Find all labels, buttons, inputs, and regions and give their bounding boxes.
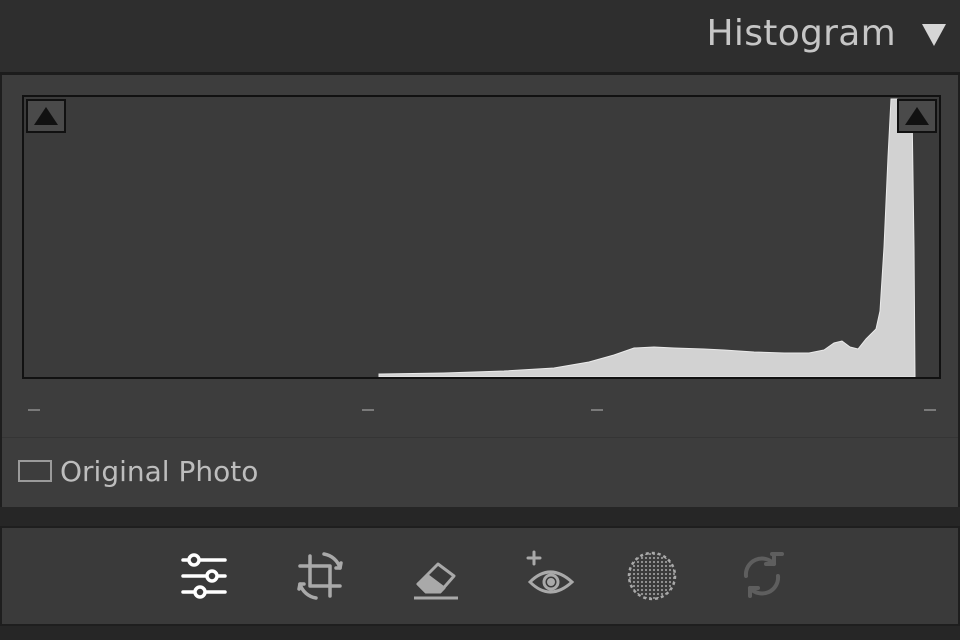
vignette-circle-icon — [627, 551, 677, 601]
edit-sliders-icon — [181, 553, 227, 599]
histogram-scale — [22, 403, 941, 419]
triangle-up-icon — [905, 107, 929, 125]
vignette-tool-button[interactable] — [624, 548, 680, 604]
crop-rotate-icon — [297, 552, 343, 600]
red-eye-tool-button[interactable] — [522, 548, 578, 604]
scale-tick — [924, 409, 936, 411]
scale-tick — [362, 409, 374, 411]
histogram-panel: Original Photo — [0, 75, 960, 507]
sync-icon — [743, 552, 784, 598]
red-eye-icon — [526, 550, 575, 594]
highlight-clipping-button[interactable] — [897, 99, 937, 133]
edit-tool-button[interactable] — [176, 548, 232, 604]
histogram-curve — [378, 98, 916, 377]
sync-tool-button[interactable] — [734, 548, 790, 604]
original-photo-toggle[interactable]: Original Photo — [18, 453, 258, 489]
original-photo-checkbox[interactable] — [18, 460, 52, 482]
triangle-down-icon[interactable] — [920, 18, 948, 48]
scale-tick — [591, 409, 603, 411]
shadow-clipping-button[interactable] — [26, 99, 66, 133]
edit-toolbar — [0, 526, 960, 626]
panel-separator — [0, 507, 960, 526]
triangle-up-icon — [34, 107, 58, 125]
panel-title: Histogram — [706, 13, 896, 54]
crop-tool-button[interactable] — [292, 548, 348, 604]
divider — [2, 437, 958, 438]
histogram-graph[interactable] — [22, 95, 941, 379]
histogram-header[interactable]: Histogram — [0, 0, 960, 72]
eraser-icon — [414, 562, 458, 600]
scale-tick — [28, 409, 40, 411]
original-photo-label: Original Photo — [60, 454, 259, 488]
healing-tool-button[interactable] — [408, 548, 464, 604]
